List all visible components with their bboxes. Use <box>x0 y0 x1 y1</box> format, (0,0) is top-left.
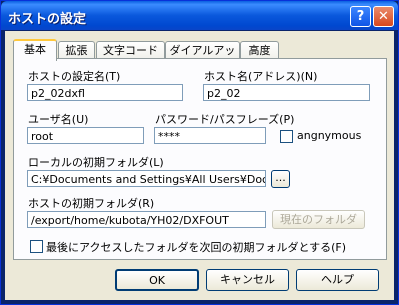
anonymous-checkbox[interactable] <box>280 130 293 143</box>
user-field[interactable]: root <box>27 127 144 144</box>
dialog-window: ホストの設定 ? ✕ 基本 拡張 文字コード ダイアルアップ 高度 ホストの設定… <box>0 0 399 305</box>
password-field[interactable]: **** <box>154 127 266 144</box>
close-button[interactable]: ✕ <box>373 6 394 27</box>
tab-dialup[interactable]: ダイアルアップ <box>165 41 240 74</box>
remote-folder-field[interactable]: /export/home/kubota/YH02/DXFOUT <box>27 211 266 228</box>
current-folder-button[interactable]: 現在のフォルダ <box>272 210 365 229</box>
host-setting-name-label: ホストの設定名(T) <box>28 70 121 83</box>
password-label: パスワード/パスフレーズ(P) <box>155 113 295 126</box>
tab-advanced[interactable]: 高度 <box>240 41 279 59</box>
local-folder-field[interactable]: C:¥Documents and Settings¥All Users¥Docu… <box>27 170 266 187</box>
title-bar: ホストの設定 ? ✕ <box>1 1 398 30</box>
host-setting-name-field[interactable]: p2_02dxfl <box>27 84 183 101</box>
anonymous-label: angnymous <box>297 129 362 142</box>
user-label: ユーザ名(U) <box>28 113 89 126</box>
window-title: ホストの設定 <box>8 12 87 27</box>
help-button[interactable]: ヘルプ <box>296 269 379 291</box>
ok-button[interactable]: OK <box>115 269 199 291</box>
tab-panel-basic: ホストの設定名(T) p2_02dxfl ホスト名(アドレス)(N) p2_02… <box>13 58 387 260</box>
cancel-button[interactable]: キャンセル <box>206 269 289 291</box>
remote-folder-label: ホストの初期フォルダ(R) <box>28 197 155 210</box>
tab-extended[interactable]: 拡張 <box>58 41 95 59</box>
host-name-field[interactable]: p2_02 <box>203 84 370 101</box>
help-title-button[interactable]: ? <box>350 6 371 27</box>
save-last-folder-label: 最後にアクセスしたフォルダを次回の初期フォルダとする(F) <box>46 241 347 254</box>
host-name-label: ホスト名(アドレス)(N) <box>204 70 318 83</box>
save-last-folder-checkbox[interactable] <box>30 240 43 253</box>
tab-charcode[interactable]: 文字コード <box>96 41 165 59</box>
browse-local-folder-button[interactable]: ... <box>271 170 290 188</box>
local-folder-label: ローカルの初期フォルダ(L) <box>28 156 164 169</box>
tab-basic[interactable]: 基本 <box>13 39 57 61</box>
dialog-body: 基本 拡張 文字コード ダイアルアップ 高度 ホストの設定名(T) p2_02d… <box>5 31 394 300</box>
